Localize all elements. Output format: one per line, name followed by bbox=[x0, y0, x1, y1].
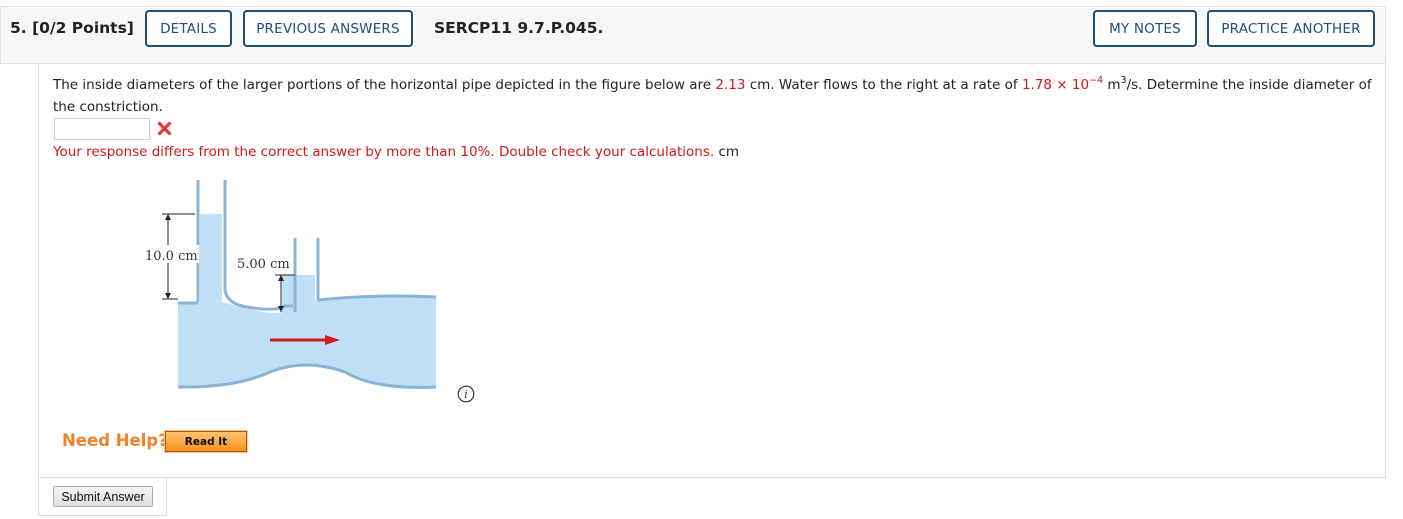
submit-answer-button[interactable]: Submit Answer bbox=[53, 486, 153, 507]
details-button[interactable]: DETAILS bbox=[145, 10, 232, 47]
question-text-part: m bbox=[1103, 77, 1121, 93]
svg-text:i: i bbox=[464, 388, 468, 401]
question-number-text: 5. bbox=[10, 19, 27, 37]
pipe-figure: 10.0 cm 5.00 cm bbox=[143, 180, 437, 389]
question-code: SERCP11 9.7.P.045. bbox=[434, 19, 604, 37]
previous-answers-button[interactable]: PREVIOUS ANSWERS bbox=[243, 10, 413, 47]
need-help-label: Need Help? bbox=[62, 431, 168, 450]
question-text-part: cm. Water flows to the right at a rate o… bbox=[745, 77, 1022, 93]
answer-unit: cm bbox=[718, 144, 740, 160]
answer-feedback: Your response differs from the correct a… bbox=[53, 144, 739, 160]
incorrect-x-icon bbox=[157, 121, 172, 136]
diameter-value: 2.13 bbox=[715, 77, 746, 93]
flow-rate-value: 1.78 × 10−4 bbox=[1021, 74, 1104, 93]
unit-exponent: 3 bbox=[1120, 74, 1127, 86]
flow-rate-exponent: −4 bbox=[1089, 74, 1104, 86]
info-icon[interactable]: i bbox=[457, 385, 475, 403]
read-it-button[interactable]: Read It bbox=[164, 430, 248, 453]
right-height-label: 5.00 cm bbox=[237, 257, 290, 272]
flow-rate-mantissa: 1.78 × 10 bbox=[1021, 77, 1090, 93]
feedback-message: Your response differs from the correct a… bbox=[53, 144, 715, 160]
question-text-part: The inside diameters of the larger porti… bbox=[53, 77, 716, 93]
points-score: [0/2 Points] bbox=[32, 19, 134, 37]
practice-another-button[interactable]: PRACTICE ANOTHER bbox=[1207, 10, 1375, 47]
my-notes-button[interactable]: MY NOTES bbox=[1093, 10, 1197, 47]
question-text: The inside diameters of the larger porti… bbox=[53, 74, 1373, 118]
left-height-label: 10.0 cm bbox=[145, 249, 198, 264]
water-fill bbox=[178, 214, 436, 388]
question-number: 5. [0/2 Points] bbox=[10, 19, 134, 37]
answer-input[interactable] bbox=[54, 118, 150, 140]
